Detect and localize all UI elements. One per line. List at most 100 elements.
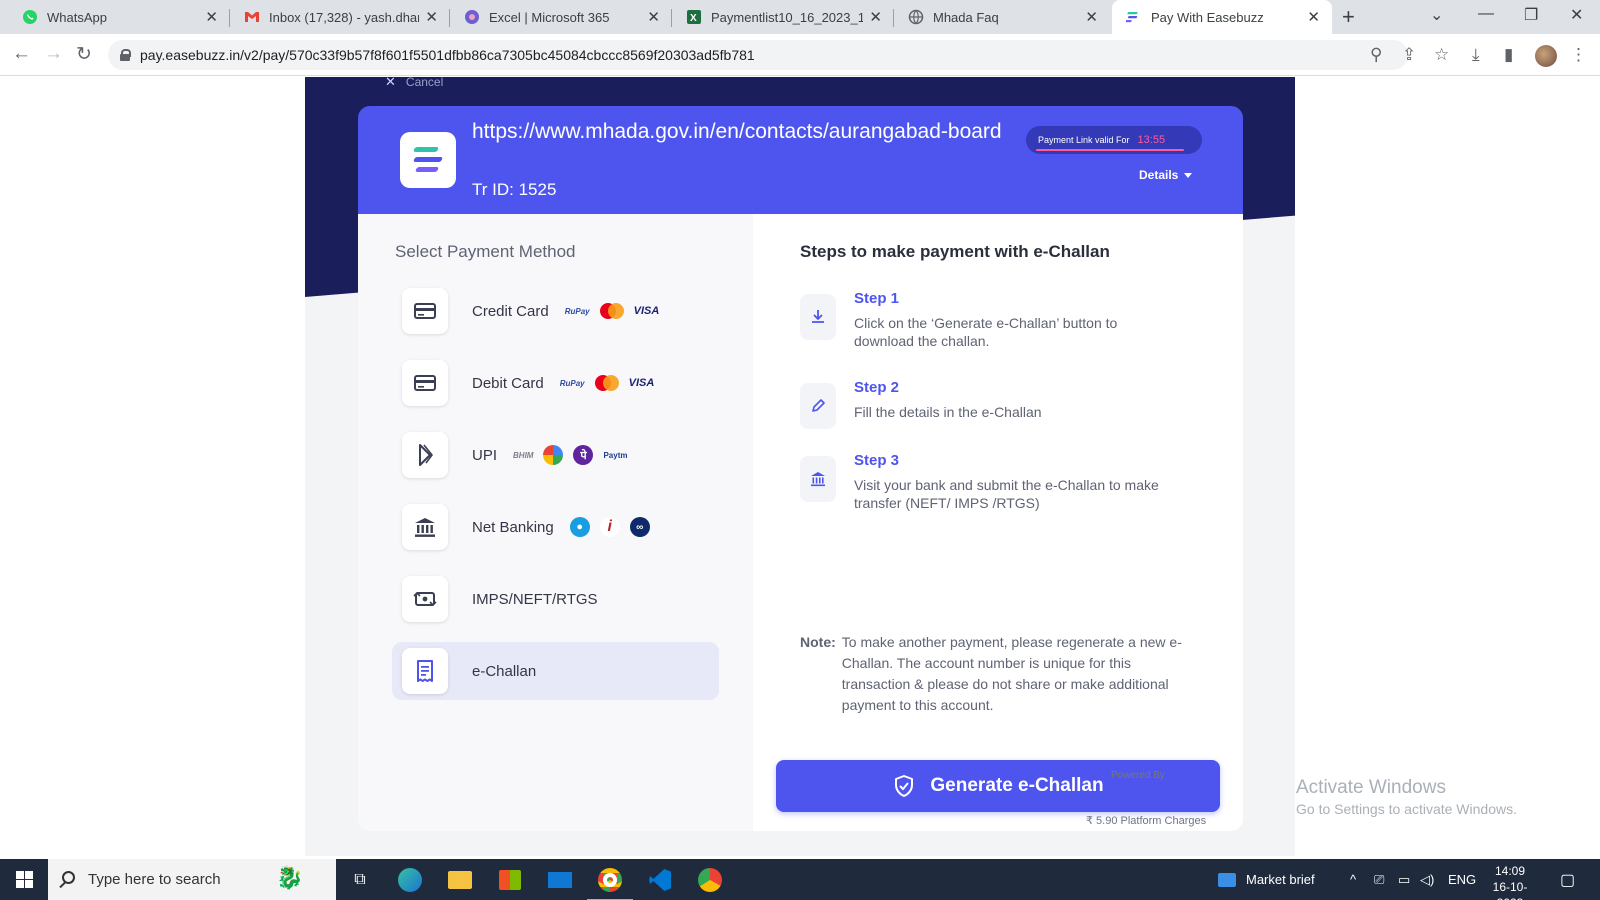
upi-app-logos: BHIM पे Paytm bbox=[513, 445, 627, 465]
bookmark-star-icon[interactable]: ☆ bbox=[1434, 45, 1449, 65]
meet-now-icon[interactable]: ⎚ bbox=[1374, 859, 1384, 900]
google-pay-logo bbox=[543, 445, 564, 465]
merchant-name: https://www.mhada.gov.in/en/contacts/aur… bbox=[472, 120, 1002, 143]
tab-whatsapp[interactable]: WhatsApp ✕ bbox=[8, 0, 230, 34]
profile-avatar[interactable] bbox=[1535, 45, 1557, 67]
method-net-banking[interactable]: Net Banking ● i ∞ bbox=[392, 498, 719, 556]
download-icon[interactable]: ⤓ bbox=[1472, 45, 1480, 65]
restore-button[interactable]: ❐ bbox=[1524, 5, 1538, 25]
close-tab-icon[interactable]: ✕ bbox=[647, 8, 660, 26]
timer-value: 13:55 bbox=[1137, 134, 1166, 146]
tab-gmail[interactable]: Inbox (17,328) - yash.dhamal ✕ bbox=[230, 0, 450, 34]
method-debit-card[interactable]: Debit Card RuPay VISA bbox=[392, 354, 719, 412]
share-icon[interactable]: ⇪ bbox=[1402, 45, 1416, 65]
tab-excel-365[interactable]: Excel | Microsoft 365 ✕ bbox=[450, 0, 672, 34]
transfer-icon bbox=[402, 576, 448, 622]
close-tab-icon[interactable]: ✕ bbox=[205, 8, 218, 26]
note: Note: To make another payment, please re… bbox=[800, 632, 1200, 716]
microsoft-store-icon[interactable] bbox=[495, 865, 525, 895]
file-explorer-icon[interactable] bbox=[445, 865, 475, 895]
close-tab-icon[interactable]: ✕ bbox=[1085, 8, 1098, 26]
search-placeholder: Type here to search bbox=[88, 871, 221, 888]
credit-card-icon bbox=[402, 288, 448, 334]
mail-icon[interactable] bbox=[545, 865, 575, 895]
microsoft365-icon bbox=[465, 10, 479, 24]
step-description: Visit your bank and submit the e-Challan… bbox=[854, 477, 1159, 511]
receipt-icon bbox=[402, 648, 448, 694]
note-text: To make another payment, please regenera… bbox=[841, 634, 1182, 713]
merchant-logo bbox=[400, 132, 456, 188]
vscode-icon[interactable] bbox=[645, 865, 675, 895]
market-brief-widget[interactable]: Market brief bbox=[1218, 859, 1315, 900]
forward-button[interactable]: → bbox=[44, 43, 63, 65]
tab-paymentlist[interactable]: X Paymentlist10_16_2023_11_5 ✕ bbox=[672, 0, 894, 34]
step-title: Step 3 bbox=[854, 452, 900, 469]
tab-mhada-faq[interactable]: Mhada Faq ✕ bbox=[894, 0, 1110, 34]
chrome-icon[interactable] bbox=[695, 865, 725, 895]
method-label: IMPS/NEFT/RTGS bbox=[472, 590, 598, 608]
select-method-title: Select Payment Method bbox=[395, 242, 576, 261]
task-view-icon[interactable]: ⧉ bbox=[345, 865, 375, 895]
easebuzz-icon bbox=[1126, 12, 1138, 23]
tab-title: Pay With Easebuzz bbox=[1151, 9, 1264, 25]
notifications-icon[interactable]: ▢ bbox=[1560, 859, 1575, 900]
details-toggle[interactable]: Details bbox=[1139, 168, 1193, 182]
address-bar[interactable]: pay.easebuzz.in/v2/pay/570c33f9b57f8f601… bbox=[108, 40, 1408, 70]
windows-start-icon[interactable] bbox=[16, 871, 33, 888]
zoom-icon[interactable]: ⚲ bbox=[1370, 45, 1382, 65]
activate-windows-watermark: Activate Windows Go to Settings to activ… bbox=[1296, 777, 1517, 817]
widgets-icon bbox=[1218, 872, 1236, 887]
new-tab-button[interactable]: + bbox=[1342, 4, 1355, 30]
pencil-icon bbox=[800, 383, 836, 429]
side-panel-icon[interactable]: ▮ bbox=[1504, 45, 1513, 65]
phonepe-logo: पे bbox=[573, 445, 594, 465]
search-highlight-dragon-icon[interactable]: 🐉 bbox=[276, 865, 303, 891]
method-imps-neft-rtgs[interactable]: IMPS/NEFT/RTGS bbox=[392, 570, 719, 628]
method-label: e-Challan bbox=[472, 662, 537, 680]
cancel-button[interactable]: ✕ Cancel bbox=[385, 74, 443, 90]
chrome-profile-icon[interactable] bbox=[587, 865, 633, 900]
back-button[interactable]: ← bbox=[12, 43, 31, 65]
watermark-subtitle: Go to Settings to activate Windows. bbox=[1296, 801, 1517, 817]
taskbar-clock[interactable]: 14:09 16-10-2023 bbox=[1480, 863, 1540, 900]
taskbar-search[interactable]: Type here to search 🐉 bbox=[48, 859, 336, 900]
upi-icon bbox=[402, 432, 448, 478]
whatsapp-icon bbox=[23, 10, 37, 24]
language-indicator[interactable]: ENG bbox=[1448, 859, 1476, 900]
close-tab-icon[interactable]: ✕ bbox=[425, 8, 438, 26]
minimize-button[interactable]: — bbox=[1478, 5, 1494, 23]
bank-icon bbox=[800, 456, 836, 502]
method-e-challan[interactable]: e-Challan bbox=[392, 642, 719, 700]
watermark-title: Activate Windows bbox=[1296, 777, 1446, 798]
payment-methods-panel: Select Payment Method Credit Card RuPay … bbox=[358, 214, 753, 831]
tab-title: Paymentlist10_16_2023_11_5 bbox=[711, 9, 864, 25]
lock-icon[interactable] bbox=[120, 49, 131, 61]
card-brand-logos: RuPay VISA bbox=[560, 375, 654, 391]
network-icon[interactable]: ▭ bbox=[1398, 859, 1410, 900]
windows-taskbar: Type here to search 🐉 ⧉ Market brief ^ ⎚… bbox=[0, 859, 1600, 900]
paytm-logo: Paytm bbox=[603, 450, 628, 460]
volume-icon[interactable]: ◁) bbox=[1420, 859, 1434, 900]
close-window-button[interactable]: ✕ bbox=[1570, 5, 1583, 25]
timer-label: Payment Link valid For bbox=[1038, 135, 1130, 145]
close-tab-icon[interactable]: ✕ bbox=[869, 8, 882, 26]
download-icon bbox=[800, 294, 836, 340]
steps-title: Steps to make payment with e-Challan bbox=[800, 242, 1110, 261]
step-2: Step 2 Fill the details in the e-Challan bbox=[800, 379, 1220, 439]
tab-pay-with-easebuzz[interactable]: Pay With Easebuzz ✕ bbox=[1112, 0, 1332, 34]
clock-time: 14:09 bbox=[1494, 864, 1526, 878]
show-hidden-icons-icon[interactable]: ^ bbox=[1350, 859, 1356, 900]
method-credit-card[interactable]: Credit Card RuPay VISA bbox=[392, 282, 719, 340]
generate-e-challan-button[interactable]: Generate e-Challan bbox=[776, 760, 1220, 812]
menu-kebab-icon[interactable]: ⋮ bbox=[1570, 45, 1587, 65]
svg-text:X: X bbox=[690, 13, 697, 24]
close-tab-icon[interactable]: ✕ bbox=[1307, 8, 1320, 26]
edge-icon[interactable] bbox=[395, 865, 425, 895]
reload-button[interactable]: ↻ bbox=[76, 43, 92, 66]
kotak-logo: ∞ bbox=[629, 517, 650, 537]
details-label: Details bbox=[1139, 168, 1179, 182]
tab-search-icon[interactable]: ⌄ bbox=[1430, 5, 1443, 25]
step-1: Step 1 Click on the ‘Generate e-Challan’… bbox=[800, 290, 1220, 360]
url-text[interactable]: pay.easebuzz.in/v2/pay/570c33f9b57f8f601… bbox=[140, 47, 755, 63]
method-upi[interactable]: UPI BHIM पे Paytm bbox=[392, 426, 719, 484]
